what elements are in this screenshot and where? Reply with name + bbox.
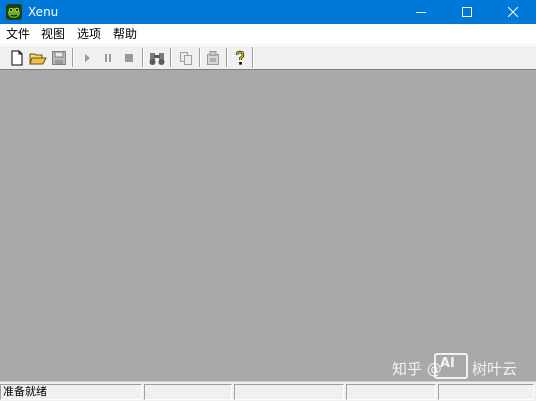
toolbar-end-separator [252, 47, 254, 68]
pause-icon [100, 50, 116, 66]
new-file-button[interactable] [7, 48, 27, 68]
open-button[interactable] [28, 48, 48, 68]
status-panel [144, 384, 232, 400]
minimize-icon [416, 7, 426, 17]
help-button[interactable] [230, 48, 250, 68]
window-title: Xenu [28, 5, 59, 19]
stop-icon [121, 50, 137, 66]
watermark-logo: AI [434, 353, 468, 379]
watermark-logo-text: AI [440, 356, 455, 371]
copy-icon [178, 50, 194, 66]
save-button[interactable] [49, 48, 69, 68]
watermark-suffix: 树叶云 [472, 360, 518, 378]
watermark: 知乎 @ AI 树叶云 [392, 352, 532, 382]
toolbar [0, 45, 536, 70]
toolbar-separator [199, 48, 201, 67]
menu-view[interactable]: 视图 [39, 26, 67, 42]
help-icon [232, 50, 248, 66]
status-text: 准备就绪 [0, 384, 142, 400]
title-bar[interactable]: Xenu [0, 0, 536, 24]
new-file-icon [9, 50, 25, 66]
find-button[interactable] [147, 48, 167, 68]
play-icon [79, 50, 95, 66]
copy-button[interactable] [176, 48, 196, 68]
status-bar: 准备就绪 [0, 381, 536, 401]
menu-file[interactable]: 文件 [4, 26, 32, 42]
status-panel [234, 384, 344, 400]
properties-icon [205, 50, 221, 66]
pause-button[interactable] [98, 48, 118, 68]
toolbar-separator [72, 48, 74, 67]
status-panel [438, 384, 534, 400]
properties-button[interactable] [203, 48, 223, 68]
minimize-button[interactable] [398, 0, 444, 24]
open-folder-icon [29, 50, 47, 66]
menu-bar: 文件 视图 选项 帮助 [0, 24, 536, 45]
close-icon [508, 7, 518, 17]
save-icon [51, 50, 67, 66]
menu-help[interactable]: 帮助 [111, 26, 139, 42]
binoculars-icon [148, 50, 166, 66]
close-button[interactable] [490, 0, 536, 24]
toolbar-separator [226, 48, 228, 67]
toolbar-separator [170, 48, 172, 67]
maximize-icon [462, 7, 472, 17]
xenu-window: Xenu 文件 视图 选项 帮助 知乎 @ AI 树叶云 准备就绪 [0, 0, 536, 401]
toolbar-separator [142, 48, 144, 67]
start-button[interactable] [77, 48, 97, 68]
menu-options[interactable]: 选项 [75, 26, 103, 42]
status-panel [346, 384, 436, 400]
maximize-button[interactable] [444, 0, 490, 24]
stop-button[interactable] [119, 48, 139, 68]
app-icon[interactable] [6, 4, 22, 20]
workspace-area[interactable] [0, 69, 536, 381]
